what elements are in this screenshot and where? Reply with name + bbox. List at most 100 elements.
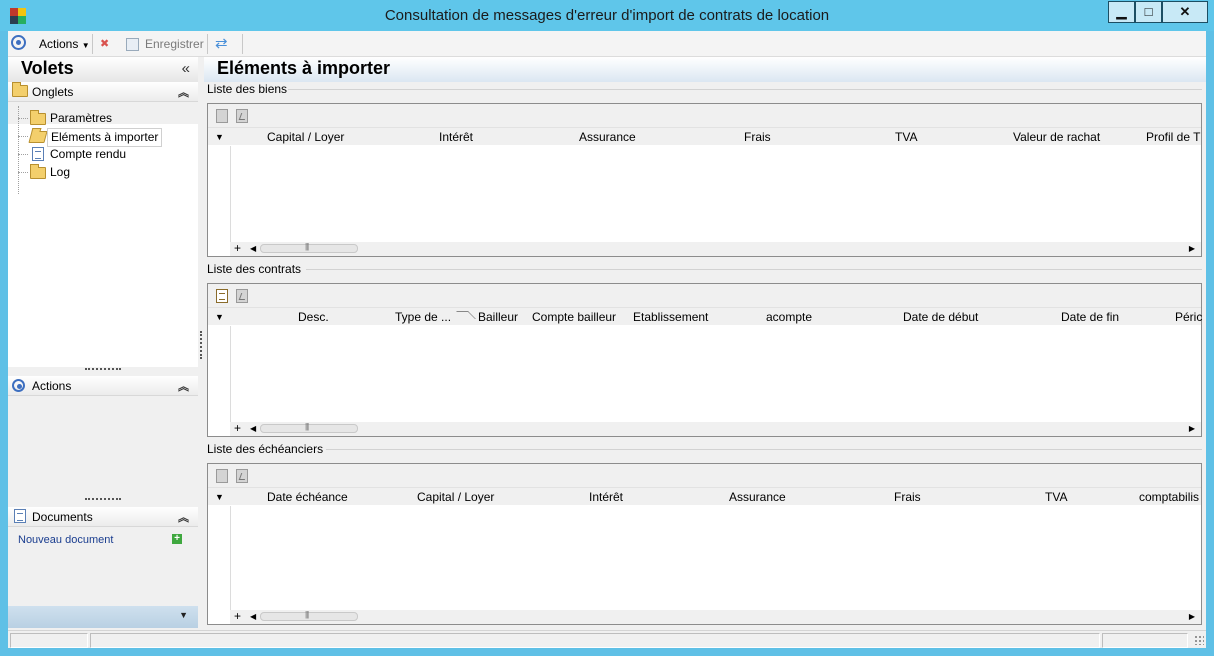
- column-header[interactable]: Date de début: [903, 310, 978, 324]
- filter-icon[interactable]: [456, 311, 476, 319]
- add-row-icon[interactable]: +: [234, 241, 241, 255]
- scroll-left-icon[interactable]: ◀: [250, 424, 256, 433]
- column-header[interactable]: Date de fin: [1061, 310, 1119, 324]
- horizontal-scrollbar[interactable]: + ◀ ▶: [230, 609, 1201, 624]
- column-header[interactable]: Assurance: [579, 130, 636, 144]
- column-header[interactable]: acompte: [766, 310, 812, 324]
- new-document-link[interactable]: Nouveau document: [18, 534, 113, 546]
- maximize-button[interactable]: □: [1135, 1, 1162, 23]
- column-header[interactable]: Bailleur: [478, 310, 518, 324]
- column-chooser-icon[interactable]: ▼: [215, 492, 224, 502]
- save-icon[interactable]: [126, 35, 139, 53]
- actions-section-header[interactable]: Actions ︽: [8, 376, 198, 396]
- resize-grip-documents[interactable]: [85, 498, 121, 501]
- toolbar-separator: [92, 34, 93, 54]
- actions-ring-icon[interactable]: [11, 35, 26, 53]
- grid-body[interactable]: [230, 146, 1201, 242]
- column-header[interactable]: Desc.: [298, 310, 329, 324]
- new-row-icon[interactable]: [216, 469, 228, 483]
- chevron-up-icon[interactable]: ︽: [178, 378, 189, 394]
- panes-panel: Volets « Onglets ︽ Paramètres Eléments à…: [8, 57, 198, 631]
- horizontal-scrollbar[interactable]: + ◀ ▶: [230, 241, 1201, 256]
- column-header[interactable]: comptabilis: [1139, 490, 1199, 504]
- grid-toolbar: [208, 464, 1201, 488]
- onglets-section-header[interactable]: Onglets ︽: [8, 82, 198, 102]
- onglets-label: Onglets: [32, 85, 74, 99]
- new-row-icon[interactable]: [216, 109, 228, 123]
- refresh-icon[interactable]: ⇄: [215, 35, 228, 53]
- horizontal-scrollbar[interactable]: + ◀ ▶: [230, 421, 1201, 436]
- grid-body[interactable]: [230, 506, 1201, 610]
- column-header[interactable]: Compte bailleur: [532, 310, 616, 324]
- content-header: Eléments à importer: [204, 57, 1206, 82]
- column-chooser-icon[interactable]: ▼: [215, 312, 224, 322]
- status-cell: [1102, 633, 1188, 648]
- column-header[interactable]: Etablissement: [633, 310, 708, 324]
- column-header[interactable]: Péric: [1175, 310, 1202, 324]
- column-header[interactable]: Capital / Loyer: [267, 130, 344, 144]
- grid-body[interactable]: [230, 326, 1201, 422]
- scroll-left-icon[interactable]: ◀: [250, 244, 256, 253]
- grid-biens: ▼ Capital / Loyer Intérêt Assurance Frai…: [207, 103, 1202, 257]
- add-row-icon[interactable]: +: [234, 421, 241, 435]
- scrollbar-thumb[interactable]: [260, 422, 358, 433]
- image-icon[interactable]: [236, 469, 248, 483]
- group-divider: [326, 449, 1202, 450]
- tree-line: [18, 154, 28, 155]
- group-divider: [288, 89, 1202, 90]
- status-bar: [8, 630, 1206, 648]
- add-document-icon[interactable]: +: [172, 534, 182, 544]
- column-header[interactable]: Frais: [894, 490, 921, 504]
- scroll-right-icon[interactable]: ▶: [1189, 424, 1195, 433]
- collapse-panes-icon[interactable]: «: [182, 60, 190, 77]
- toolbar-separator: [242, 34, 243, 54]
- column-header[interactable]: Profil de T: [1146, 130, 1200, 144]
- actions-menu-button[interactable]: Actions ▼: [39, 35, 90, 53]
- folder-open-icon: [28, 131, 48, 148]
- grid-toolbar: [208, 284, 1201, 308]
- chevron-up-icon[interactable]: ︽: [178, 509, 189, 525]
- cancel-icon[interactable]: ✖: [100, 35, 109, 53]
- column-header[interactable]: Type de ...: [395, 310, 451, 324]
- folder-icon: [30, 164, 46, 184]
- scroll-left-icon[interactable]: ◀: [250, 612, 256, 621]
- tree-item-label: Compte rendu: [50, 147, 127, 161]
- column-header[interactable]: Frais: [744, 130, 771, 144]
- panes-splitter[interactable]: [200, 331, 202, 359]
- column-header[interactable]: TVA: [1045, 490, 1067, 504]
- minimize-button[interactable]: ▁: [1108, 1, 1135, 23]
- panes-footer[interactable]: ▼: [8, 606, 198, 628]
- scrollbar-thumb[interactable]: [260, 242, 358, 253]
- scrollbar-thumb[interactable]: [260, 610, 358, 621]
- column-chooser-icon[interactable]: ▼: [215, 132, 224, 142]
- column-header[interactable]: Capital / Loyer: [417, 490, 494, 504]
- column-header[interactable]: Intérêt: [589, 490, 623, 504]
- chevron-down-icon[interactable]: ▼: [179, 610, 188, 620]
- actions-section-label: Actions: [32, 379, 72, 393]
- resize-grip-icon[interactable]: [1194, 635, 1204, 645]
- save-button[interactable]: Enregistrer: [145, 35, 204, 53]
- column-header[interactable]: Intérêt: [439, 130, 473, 144]
- new-row-icon[interactable]: [216, 289, 228, 303]
- scroll-right-icon[interactable]: ▶: [1189, 244, 1195, 253]
- group-divider: [306, 269, 1202, 270]
- chevron-up-icon[interactable]: ︽: [178, 84, 189, 100]
- column-header[interactable]: Date échéance: [267, 490, 348, 504]
- documents-section-header[interactable]: Documents ︽: [8, 507, 198, 527]
- tree-line: [18, 118, 28, 119]
- tree-line: [18, 172, 28, 173]
- add-row-icon[interactable]: +: [234, 609, 241, 623]
- resize-grip-actions[interactable]: [85, 368, 121, 371]
- column-header[interactable]: Assurance: [729, 490, 786, 504]
- grid-contrats: ▼ Desc. Type de ... Bailleur Compte bail…: [207, 283, 1202, 437]
- actions-section-body: [8, 399, 198, 497]
- column-header[interactable]: Valeur de rachat: [1013, 130, 1100, 144]
- tabs-tree: Paramètres Eléments à importer Compte re…: [8, 106, 198, 367]
- image-icon[interactable]: [236, 109, 248, 123]
- column-header[interactable]: TVA: [895, 130, 917, 144]
- toolbar: Actions ▼ ✖ Enregistrer ⇄: [8, 31, 1206, 57]
- close-button[interactable]: ✕: [1162, 1, 1208, 23]
- image-icon[interactable]: [236, 289, 248, 303]
- tree-item-label: Log: [50, 165, 71, 179]
- scroll-right-icon[interactable]: ▶: [1189, 612, 1195, 621]
